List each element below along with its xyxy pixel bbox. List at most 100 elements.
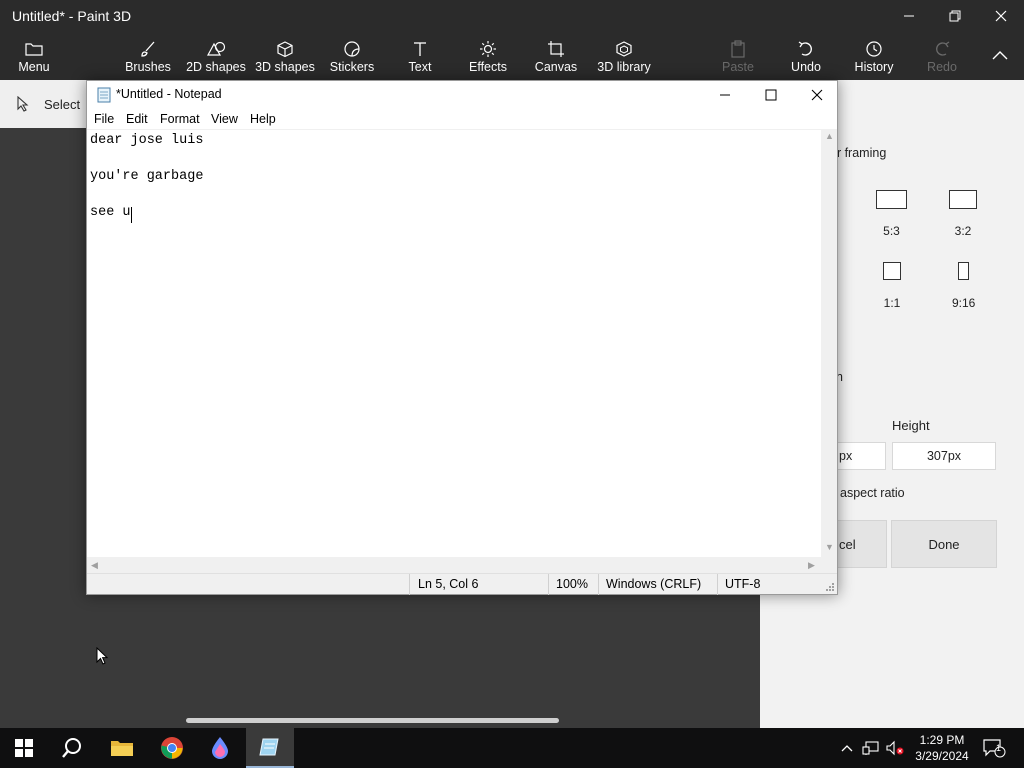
- resize-grip-icon[interactable]: [825, 582, 835, 592]
- canvas-scrollbar[interactable]: [186, 718, 559, 723]
- close-icon: [811, 89, 823, 101]
- text-editor-area[interactable]: dear jose luis you're garbage see u: [87, 129, 821, 557]
- vertical-scrollbar[interactable]: ▲ ▼: [821, 129, 837, 557]
- horizontal-scrollbar[interactable]: ◀ ▶: [87, 557, 821, 573]
- chevron-up-icon: [841, 745, 853, 752]
- redo-button[interactable]: Redo: [918, 32, 966, 78]
- undo-button[interactable]: Undo: [782, 32, 830, 78]
- 3d-cube-icon: [276, 38, 294, 60]
- volume-button[interactable]: [884, 728, 906, 768]
- status-divider: [548, 574, 549, 595]
- ratio-rect-icon: [949, 190, 977, 209]
- cancel-button[interactable]: cel: [830, 520, 887, 568]
- cursor-position: Ln 5, Col 6: [418, 577, 479, 591]
- paint3d-taskbar-button[interactable]: [196, 728, 244, 768]
- notepad-taskbar-button[interactable]: [246, 728, 294, 768]
- effects-tool[interactable]: Effects: [464, 32, 512, 78]
- notepad-title-bar[interactable]: *Untitled - Notepad: [87, 81, 837, 109]
- scroll-left-arrow-icon[interactable]: ◀: [91, 560, 98, 571]
- file-explorer-icon: [111, 741, 133, 756]
- start-button[interactable]: [0, 728, 48, 768]
- redo-icon: [933, 38, 951, 60]
- framing-heading: ur framing: [830, 146, 887, 160]
- maximize-icon: [765, 89, 777, 101]
- brushes-tool[interactable]: Brushes: [120, 32, 176, 78]
- ratio-portrait-icon: [958, 262, 970, 280]
- history-button[interactable]: History: [848, 32, 900, 78]
- action-center-button[interactable]: 1: [980, 728, 1008, 768]
- text-line: dear jose luis: [90, 133, 204, 148]
- canvas-crop-icon: [547, 38, 565, 60]
- text-tool[interactable]: Text: [398, 32, 442, 78]
- restore-button[interactable]: [932, 0, 978, 32]
- notepad-window: *Untitled - Notepad File Edit Format Vie…: [86, 80, 838, 595]
- notepad-close-button[interactable]: [794, 81, 840, 109]
- stickers-tool[interactable]: Stickers: [326, 32, 378, 78]
- ratio-5-3-option[interactable]: 5:3: [876, 190, 907, 238]
- select-label: Select: [44, 96, 81, 112]
- 2d-shapes-tool[interactable]: 2D shapes: [184, 32, 248, 78]
- scroll-down-arrow-icon[interactable]: ▼: [825, 542, 834, 552]
- chrome-button[interactable]: [148, 728, 196, 768]
- network-button[interactable]: [860, 728, 882, 768]
- menu-format[interactable]: Format: [160, 112, 200, 126]
- select-tool[interactable]: Select: [16, 96, 80, 112]
- history-label: History: [854, 60, 894, 74]
- width-input[interactable]: px: [830, 442, 886, 470]
- done-button[interactable]: Done: [891, 520, 997, 568]
- 2d-shapes-label: 2D shapes: [186, 60, 246, 74]
- stickers-label: Stickers: [329, 60, 375, 74]
- menu-file[interactable]: File: [94, 112, 114, 126]
- volume-muted-icon: [886, 740, 904, 756]
- chevron-up-icon: [992, 51, 1008, 60]
- minimize-icon: [904, 15, 914, 17]
- redo-label: Redo: [927, 60, 957, 74]
- zoom-level: 100%: [556, 577, 588, 591]
- paste-button[interactable]: Paste: [714, 32, 762, 78]
- minimize-button[interactable]: [886, 0, 932, 32]
- status-divider: [598, 574, 599, 595]
- notepad-maximize-button[interactable]: [748, 81, 794, 109]
- collapse-ribbon-button[interactable]: [984, 32, 1016, 78]
- taskbar-clock[interactable]: 1:29 PM 3/29/2024: [910, 732, 974, 764]
- file-explorer-button[interactable]: [98, 728, 146, 768]
- 3d-library-tool[interactable]: 3D library: [594, 32, 654, 78]
- effects-label: Effects: [469, 60, 507, 74]
- paint3d-ribbon: Menu Brushes 2D shapes 3D shapes Sticker…: [0, 32, 1024, 80]
- aspect-ratio-label: aspect ratio: [840, 486, 905, 500]
- brushes-label: Brushes: [125, 60, 171, 74]
- ratio-label: 3:2: [954, 224, 972, 238]
- scrollbar-corner: [821, 557, 837, 573]
- close-button[interactable]: [978, 0, 1024, 32]
- 3d-shapes-tool[interactable]: 3D shapes: [254, 32, 316, 78]
- show-hidden-icons-button[interactable]: [838, 728, 856, 768]
- status-divider: [717, 574, 718, 595]
- height-label: Height: [892, 418, 930, 433]
- sun-effects-icon: [479, 38, 497, 60]
- ratio-label: 1:1: [883, 296, 901, 310]
- notepad-minimize-button[interactable]: [702, 81, 748, 109]
- paint3d-title-bar: Untitled* - Paint 3D: [0, 0, 1024, 32]
- taskbar: 1:29 PM 3/29/2024 1: [0, 728, 1024, 768]
- window-title: Untitled* - Paint 3D: [12, 8, 132, 24]
- height-input[interactable]: 307px: [892, 442, 996, 470]
- canvas-tool[interactable]: Canvas: [532, 32, 580, 78]
- encoding: UTF-8: [725, 577, 761, 591]
- folder-icon: [25, 38, 43, 60]
- menu-button[interactable]: Menu: [8, 32, 60, 78]
- text-label: Text: [408, 60, 432, 74]
- text-caret: [131, 207, 132, 223]
- menu-help[interactable]: Help: [250, 112, 276, 126]
- ratio-1-1-option[interactable]: 1:1: [883, 262, 901, 310]
- scroll-up-arrow-icon[interactable]: ▲: [825, 131, 834, 141]
- notepad-title: *Untitled - Notepad: [116, 87, 222, 101]
- search-button[interactable]: [48, 728, 96, 768]
- scroll-right-arrow-icon[interactable]: ▶: [808, 560, 815, 571]
- ratio-3-2-option[interactable]: 3:2: [949, 190, 977, 238]
- text-line: you're garbage: [90, 169, 204, 184]
- menu-edit[interactable]: Edit: [126, 112, 148, 126]
- ratio-9-16-option[interactable]: 9:16: [952, 262, 975, 310]
- menu-view[interactable]: View: [211, 112, 238, 126]
- 3d-shapes-label: 3D shapes: [255, 60, 315, 74]
- 3d-library-label: 3D library: [597, 60, 651, 74]
